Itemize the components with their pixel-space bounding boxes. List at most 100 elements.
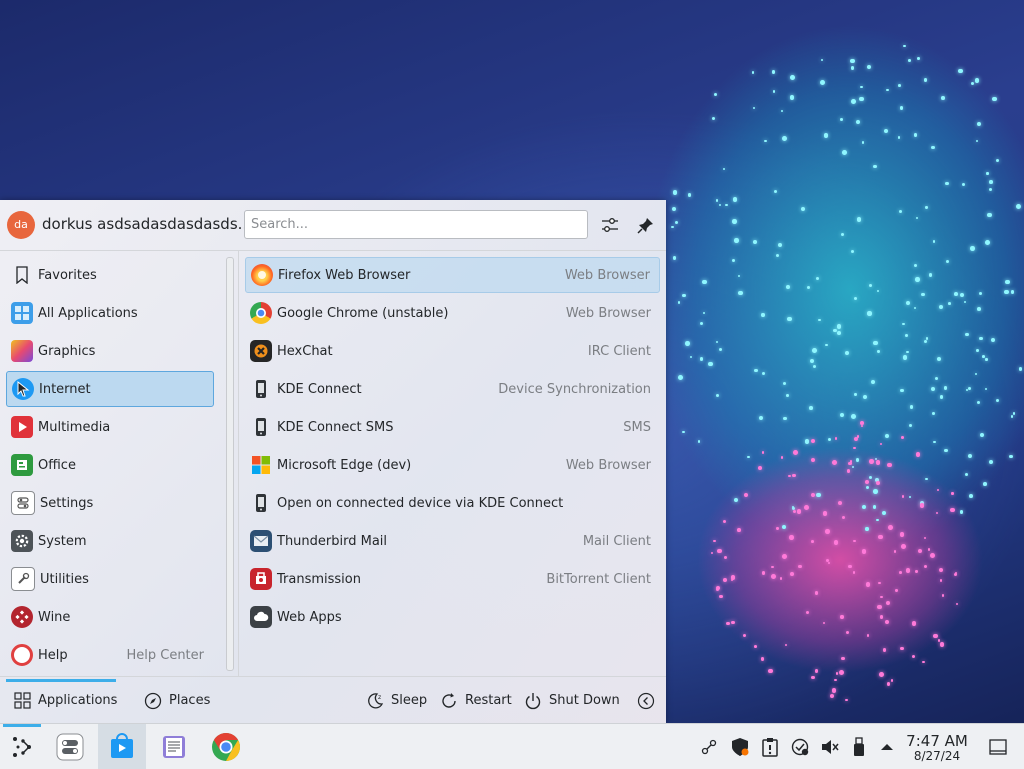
firework-spark [958,69,963,74]
firework-spark [872,488,878,494]
app-microsoft-edge[interactable]: Microsoft Edge (dev) Web Browser [245,447,660,483]
category-favorites[interactable]: Favorites [6,257,214,293]
firework-spark [865,582,871,587]
firework-spark [947,302,951,306]
firework-spark [850,58,855,63]
tray-kde-connect[interactable] [698,724,720,769]
firework-spark [968,387,972,391]
category-graphics[interactable]: Graphics [6,333,214,369]
firework-spark [887,462,892,467]
launcher-button[interactable] [4,724,40,769]
category-multimedia[interactable]: Multimedia [6,409,214,445]
tray-updates[interactable] [788,724,812,769]
firework-spark [715,587,719,591]
text-editor-icon [163,735,185,758]
firework-spark [898,83,902,87]
pin-button[interactable] [633,212,659,238]
app-hexchat[interactable]: HexChat IRC Client [245,333,660,369]
configure-button[interactable] [597,212,623,238]
app-kde-connect[interactable]: KDE Connect Device Synchronization [245,371,660,407]
tab-applications[interactable]: Applications [14,677,117,724]
app-description: BitTorrent Client [546,571,651,587]
category-help[interactable]: Help Help Center [6,637,214,673]
firework-spark [838,670,844,676]
firework-spark [989,180,993,184]
hexchat-icon [250,340,272,362]
app-name: HexChat [277,343,333,359]
category-all-applications[interactable]: All Applications [6,295,214,331]
category-label: Wine [38,609,71,625]
firework-spark [753,240,757,245]
firework-spark [753,645,757,649]
avatar[interactable]: da [7,211,35,239]
firework-spark [672,189,678,195]
sleep-button[interactable]: z Sleep [366,677,427,724]
app-open-on-device[interactable]: Open on connected device via KDE Connect [245,485,660,521]
firework-spark [911,620,917,626]
firework-spark [811,675,815,680]
tray-notifications[interactable] [758,724,782,769]
tray-expand-button[interactable] [876,724,898,769]
shut-down-button[interactable]: Shut Down [524,677,620,724]
taskbar-kate[interactable] [154,724,194,769]
tray-usb[interactable] [848,724,870,769]
app-thunderbird[interactable]: Thunderbird Mail Mail Client [245,523,660,559]
user-name: dorkus asdsadasdasdasds... [42,215,252,233]
firework-spark [984,239,990,245]
firework-spark [760,657,765,661]
graphics-icon [11,340,33,362]
search-input[interactable] [244,210,588,239]
clock-date[interactable]: 8/27/24 [902,749,972,763]
taskbar-chrome[interactable] [206,724,246,769]
firework-spark [877,604,882,610]
firework-spark [939,395,944,399]
firework-spark [905,568,911,573]
firework-spark [937,356,942,361]
chrome-icon [250,302,272,324]
tab-places[interactable]: Places [144,677,210,724]
taskbar-system-settings[interactable] [50,724,90,769]
category-wine[interactable]: Wine [6,599,214,635]
firework-spark [992,96,998,102]
firework-spark [803,505,809,511]
tray-security[interactable] [728,724,752,769]
app-transmission[interactable]: Transmission BitTorrent Client [245,561,660,597]
firework-spark [688,193,692,197]
app-web-apps[interactable]: Web Apps [245,599,660,635]
firework-spark [809,406,813,410]
firework-spark [943,386,947,390]
firework-spark [714,92,718,96]
firework-spark [747,456,750,459]
firework-spark [933,633,938,639]
firework-spark [946,259,950,264]
category-label: Internet [39,381,91,397]
taskbar-discover[interactable] [98,724,146,769]
app-name: Microsoft Edge (dev) [277,457,412,473]
category-utilities[interactable]: Utilities [6,561,214,597]
firework-spark [700,322,704,326]
firework-spark [783,416,787,421]
app-google-chrome[interactable]: Google Chrome (unstable) Web Browser [245,295,660,331]
category-office[interactable]: Office [6,447,214,483]
firework-spark [855,458,860,462]
firework-spark [894,550,897,553]
firework-spark [718,203,722,207]
firework-spark [716,548,722,554]
app-kde-connect-sms[interactable]: KDE Connect SMS SMS [245,409,660,445]
category-system[interactable]: System [6,523,214,559]
category-internet[interactable]: Internet [6,371,214,407]
firework-spark [859,97,864,102]
more-actions-button[interactable] [637,677,662,724]
sidebar-scrollbar[interactable] [226,257,234,671]
firework-spark [895,589,898,592]
app-name: Google Chrome (unstable) [277,305,449,321]
category-settings[interactable]: Settings [6,485,214,521]
firework-spark [961,182,966,187]
app-firefox[interactable]: Firefox Web Browser Web Browser [245,257,660,293]
firework-spark [934,376,939,381]
show-desktop-button[interactable] [984,724,1012,769]
tray-volume[interactable] [818,724,842,769]
restart-button[interactable]: Restart [440,677,512,724]
clock-time[interactable]: 7:47 AM [902,732,972,750]
grid-icon [11,302,33,324]
